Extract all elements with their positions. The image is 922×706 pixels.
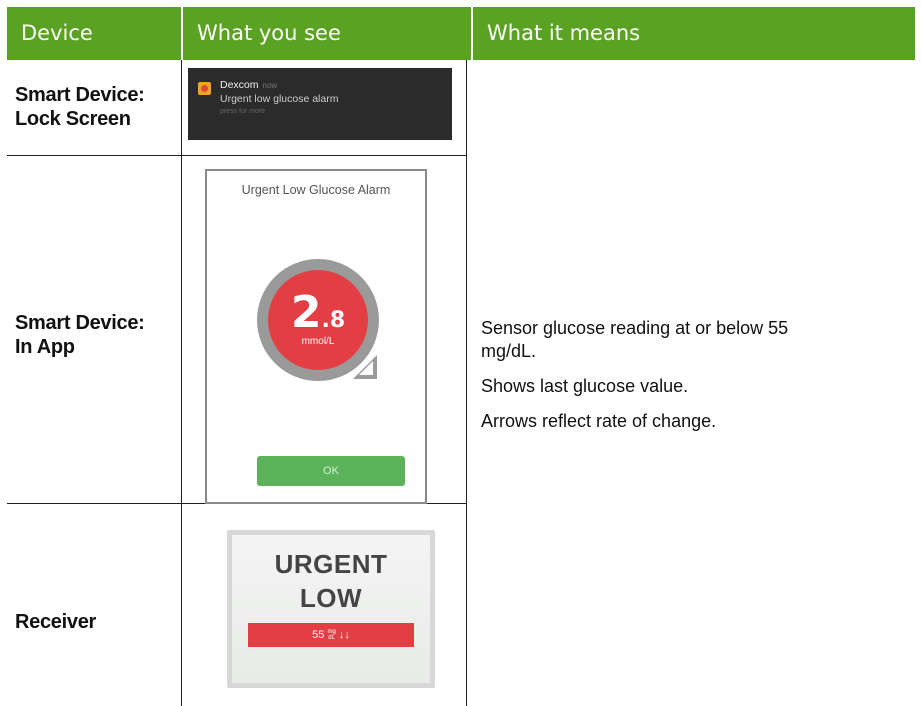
device-alert-table: Device What you see What it means Smart … — [7, 7, 915, 706]
receiver-screen: URGENT LOW 55 mg dL ↓↓ — [227, 530, 435, 688]
in-app-alarm-screen: Urgent Low Glucose Alarm 2.8 mmol/L OK — [205, 169, 427, 504]
notification-time: now — [262, 81, 278, 90]
row-divider — [7, 155, 466, 156]
alarm-title: Urgent Low Glucose Alarm — [241, 183, 391, 197]
glucose-gauge: 2.8 mmol/L — [257, 259, 379, 381]
device-label-in-app: Smart Device: In App — [15, 312, 145, 358]
device-label-receiver: Receiver — [15, 611, 96, 633]
lock-screen-notification: Dexcom now Urgent low glucose alarm press… — [188, 68, 452, 140]
device-label-lock-screen: Smart Device: Lock Screen — [15, 84, 145, 130]
notification-sub: press for more — [220, 108, 266, 115]
gauge-pointer-inner — [359, 361, 373, 375]
receiver-urgent-text: URGENT — [274, 549, 388, 579]
ok-button[interactable]: OK — [257, 456, 405, 486]
meaning-text: Sensor glucose reading at or below 55 mg… — [481, 318, 789, 431]
dexcom-app-icon — [198, 82, 211, 95]
receiver-low-text: LOW — [299, 583, 363, 613]
notification-app-name: Dexcom — [220, 79, 259, 91]
column-divider — [466, 60, 467, 706]
receiver-value: 55 — [312, 629, 325, 641]
notification-message: Urgent low glucose alarm — [220, 93, 339, 105]
trend-arrows-icon: ↓↓ — [338, 629, 350, 641]
header-what-it-means: What it means — [473, 7, 915, 60]
column-divider — [181, 60, 182, 706]
receiver-unit: mg dL — [327, 629, 336, 642]
header-what-you-see: What you see — [183, 7, 471, 60]
header-device: Device — [7, 7, 181, 60]
glucose-unit: mmol/L — [301, 336, 335, 347]
glucose-circle: 2.8 mmol/L — [268, 270, 368, 370]
receiver-value-bar: 55 mg dL ↓↓ — [248, 623, 414, 647]
